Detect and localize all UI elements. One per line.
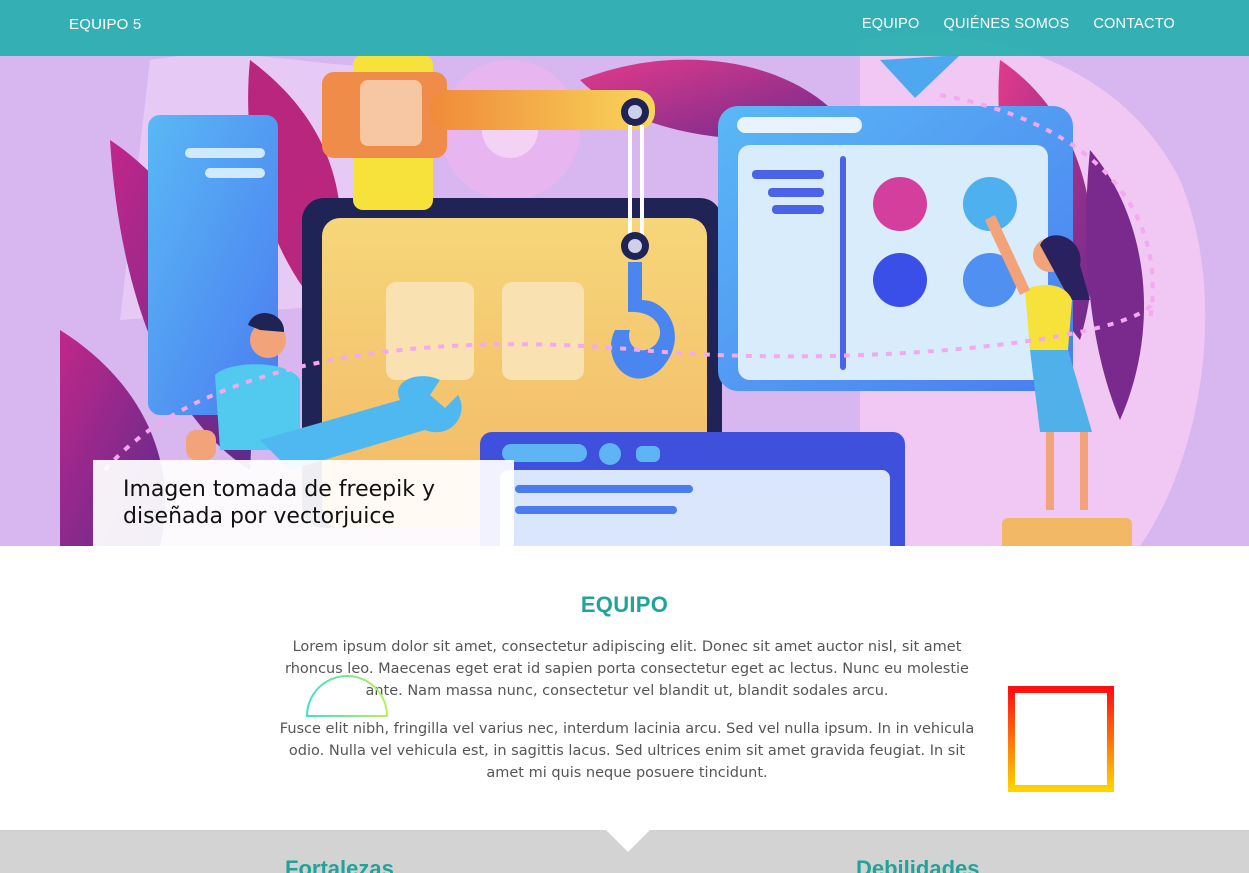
heading-debilidades: Debilidades	[856, 856, 980, 873]
nav-link-contacto[interactable]: CONTACTO	[1093, 16, 1175, 32]
nav-link-equipo[interactable]: EQUIPO	[862, 16, 920, 32]
brand-link[interactable]: EQUIPO 5	[69, 16, 141, 33]
hero-caption: Imagen tomada de freepik y diseñada por …	[93, 460, 514, 546]
hero-caption-text: Imagen tomada de freepik y diseñada por …	[123, 477, 435, 529]
heading-fortalezas: Fortalezas	[285, 856, 394, 873]
nav-menu: EQUIPO QUIÉNES SOMOS CONTACTO	[862, 16, 1175, 32]
gradient-square-decoration	[1008, 686, 1114, 792]
equipo-paragraph-2: Fusce elit nibh, fringilla vel varius ne…	[279, 721, 975, 781]
section-title-equipo: EQUIPO	[580, 592, 669, 617]
band-notch	[606, 830, 650, 852]
half-circle-decoration	[305, 675, 389, 717]
nav-link-quienes-somos[interactable]: QUIÉNES SOMOS	[944, 16, 1070, 32]
navbar: EQUIPO 5 EQUIPO QUIÉNES SOMOS CONTACTO	[0, 0, 1249, 56]
